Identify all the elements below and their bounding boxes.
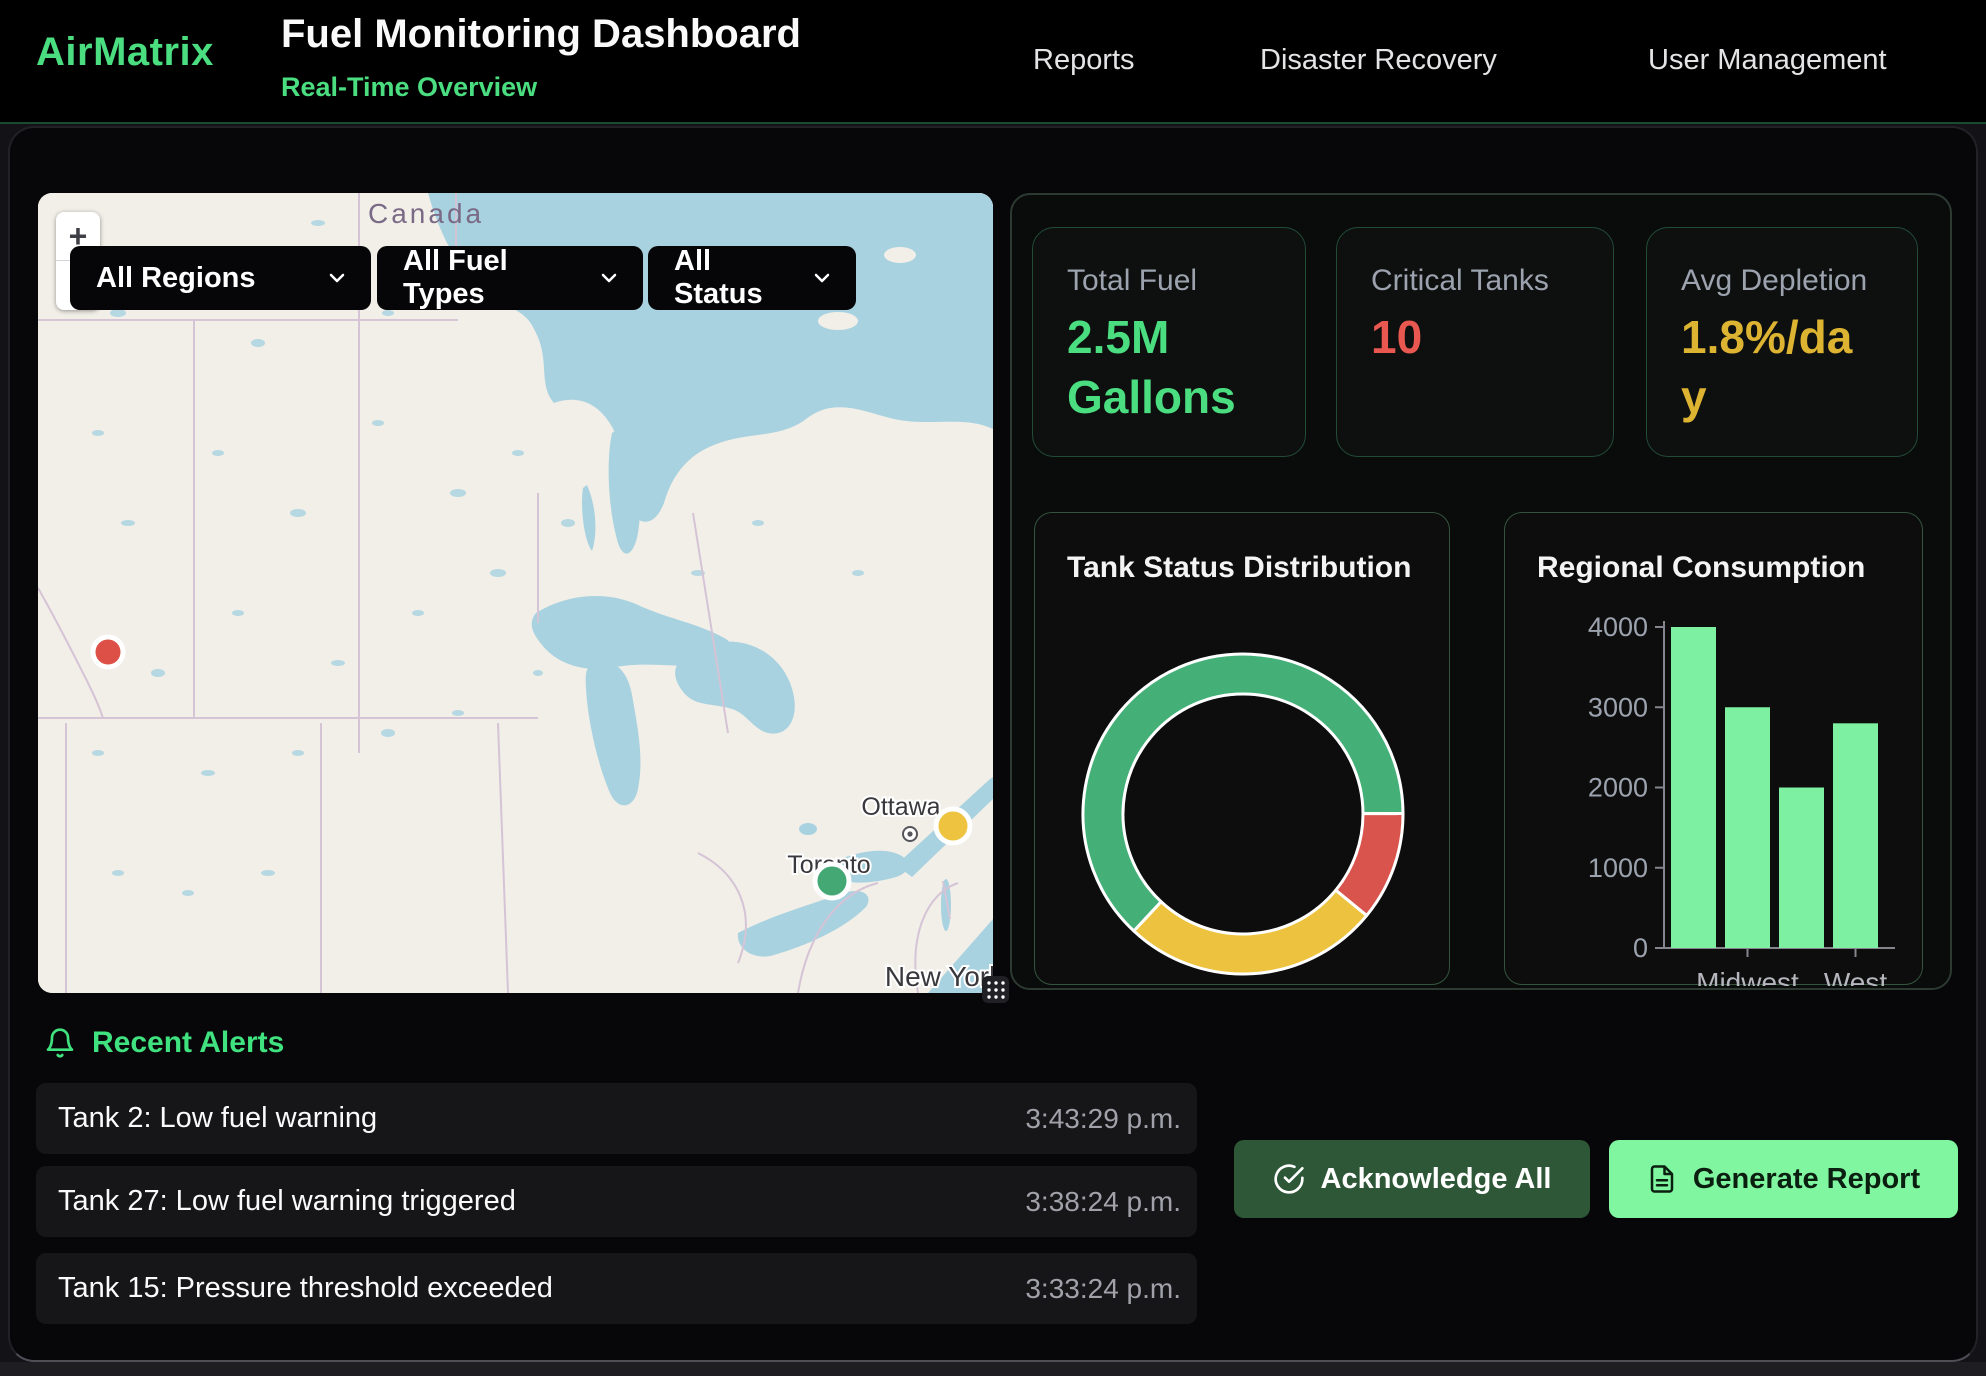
bar-2: [1779, 788, 1824, 949]
grip-dots-icon: [985, 979, 1007, 1001]
recent-alerts-header: Recent Alerts: [44, 1026, 284, 1060]
nav-disaster-recovery[interactable]: Disaster Recovery: [1260, 44, 1497, 77]
filter-status-value: All Status: [674, 245, 792, 311]
map-label-new-york: New York: [885, 961, 993, 992]
stat-value: 10: [1371, 308, 1551, 368]
tank-marker-warning[interactable]: [936, 809, 970, 843]
tank-status-donut-chart: [1035, 513, 1451, 986]
acknowledge-all-button[interactable]: Acknowledge All: [1234, 1140, 1590, 1218]
stat-label: Critical Tanks: [1371, 264, 1583, 298]
nav-user-management[interactable]: User Management: [1648, 44, 1887, 77]
bar-3: [1833, 723, 1878, 948]
stat-value: 2.5M Gallons: [1067, 308, 1247, 428]
tank-map[interactable]: Canada Ottawa Toronto New York: [38, 193, 993, 993]
x-tick-label: Midwest: [1696, 967, 1799, 986]
map-label-canada: Canada: [368, 198, 484, 229]
nav-reports[interactable]: Reports: [1033, 44, 1135, 77]
page-title: Fuel Monitoring Dashboard: [281, 12, 801, 57]
y-tick-label: 1000: [1588, 853, 1648, 883]
filter-regions-dropdown[interactable]: All Regions: [70, 246, 371, 310]
y-tick-label: 4000: [1588, 612, 1648, 642]
generate-report-label: Generate Report: [1693, 1163, 1920, 1196]
alert-timestamp: 3:43:29 p.m.: [1025, 1103, 1181, 1135]
chevron-down-icon: [597, 266, 621, 290]
filter-fuel-types-dropdown[interactable]: All Fuel Types: [377, 246, 643, 310]
stat-label: Avg Depletion: [1681, 264, 1887, 298]
map-town-marker: [903, 827, 917, 841]
regional-consumption-bar-chart: 0 1000 2000 3000 4000 Midwest West: [1505, 513, 1924, 986]
brand-logo: AirMatrix: [36, 30, 214, 75]
y-tick-label: 0: [1633, 933, 1648, 963]
app-header: AirMatrix Fuel Monitoring Dashboard Real…: [0, 0, 1986, 124]
alert-row: Tank 2: Low fuel warning 3:43:29 p.m.: [36, 1083, 1197, 1154]
x-tick-label: West: [1824, 967, 1887, 986]
bell-icon: [44, 1027, 76, 1059]
acknowledge-all-label: Acknowledge All: [1321, 1163, 1552, 1196]
alert-row: Tank 15: Pressure threshold exceeded 3:3…: [36, 1253, 1197, 1324]
regional-consumption-chart-card: Regional Consumption 01000200030004000Mi…: [1504, 512, 1923, 985]
bar-0: [1671, 627, 1716, 948]
check-circle-icon: [1273, 1163, 1305, 1195]
stat-card-total-fuel: Total Fuel 2.5M Gallons: [1032, 227, 1306, 457]
filter-regions-value: All Regions: [96, 262, 307, 295]
alert-message: Tank 27: Low fuel warning triggered: [58, 1185, 1025, 1218]
chevron-down-icon: [325, 266, 349, 290]
footer-strip: [0, 1362, 1986, 1376]
alert-timestamp: 3:38:24 p.m.: [1025, 1186, 1181, 1218]
document-icon: [1647, 1164, 1677, 1194]
tank-status-chart-card: Tank Status Distribution: [1034, 512, 1450, 985]
filter-fuel-types-value: All Fuel Types: [403, 245, 579, 311]
y-tick-label: 2000: [1588, 773, 1648, 803]
stat-card-critical-tanks: Critical Tanks 10: [1336, 227, 1614, 457]
map-label-ottawa: Ottawa: [861, 793, 940, 821]
alert-timestamp: 3:33:24 p.m.: [1025, 1273, 1181, 1305]
y-tick-label: 3000: [1588, 692, 1648, 722]
page-subtitle: Real-Time Overview: [281, 72, 537, 103]
recent-alerts-title: Recent Alerts: [92, 1026, 284, 1060]
tank-marker-critical[interactable]: [93, 637, 123, 667]
alert-message: Tank 15: Pressure threshold exceeded: [58, 1272, 1025, 1305]
generate-report-button[interactable]: Generate Report: [1609, 1140, 1958, 1218]
stat-value: 1.8%/day: [1681, 308, 1861, 428]
map-canvas[interactable]: Canada Ottawa Toronto New York: [38, 193, 993, 993]
donut-segment-warning: [1134, 890, 1367, 974]
stat-card-avg-depletion: Avg Depletion 1.8%/day: [1646, 227, 1918, 457]
stat-label: Total Fuel: [1067, 264, 1275, 298]
fuel-monitoring-dashboard: AirMatrix Fuel Monitoring Dashboard Real…: [0, 0, 1986, 1376]
filter-status-dropdown[interactable]: All Status: [648, 246, 856, 310]
alert-message: Tank 2: Low fuel warning: [58, 1102, 1025, 1135]
tank-marker-normal[interactable]: [815, 864, 849, 898]
chevron-down-icon: [810, 266, 834, 290]
bar-1: [1725, 707, 1770, 948]
alert-row: Tank 27: Low fuel warning triggered 3:38…: [36, 1166, 1197, 1237]
map-drag-handle[interactable]: [982, 976, 1009, 1003]
